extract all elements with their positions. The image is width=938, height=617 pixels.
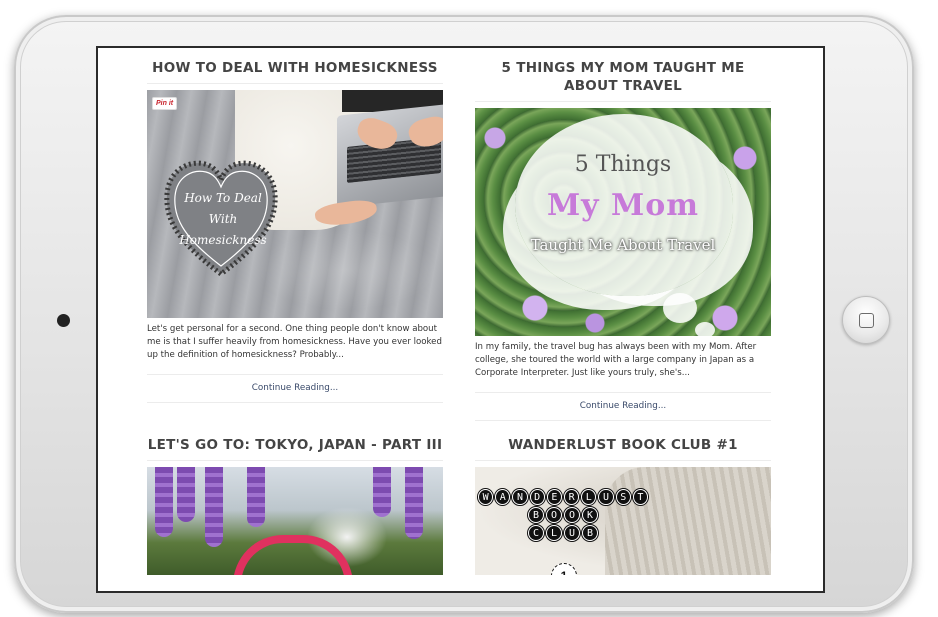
logo-letter: O bbox=[546, 507, 562, 523]
pinterest-pin-button[interactable]: Pin it bbox=[152, 97, 178, 110]
wanderlust-logo: WANDERLUST BOOK CLUB bbox=[477, 489, 649, 543]
logo-letter: R bbox=[564, 489, 580, 505]
logo-row: CLUB bbox=[478, 525, 648, 541]
logo-letter: B bbox=[582, 525, 598, 541]
wisteria-shape bbox=[247, 467, 265, 527]
logo-letter: U bbox=[564, 525, 580, 541]
blog-post-card: LET'S GO TO: TOKYO, JAPAN - PART III bbox=[147, 436, 443, 575]
logo-letter: L bbox=[546, 525, 562, 541]
continue-reading-link[interactable]: Continue Reading... bbox=[147, 375, 443, 403]
bubble-shape bbox=[695, 322, 715, 336]
logo-letter: W bbox=[477, 489, 494, 505]
wisteria-shape bbox=[205, 467, 223, 547]
post-thumbnail[interactable]: 5 Things My Mom Taught Me About Travel bbox=[475, 108, 771, 336]
thumbnail-caption-line: 5 Things bbox=[574, 152, 672, 177]
thumbnail-caption-line: My Mom bbox=[546, 188, 700, 223]
front-camera-icon bbox=[57, 314, 70, 327]
logo-letter: L bbox=[581, 489, 597, 505]
post-title[interactable]: LET'S GO TO: TOKYO, JAPAN - PART III bbox=[147, 436, 443, 461]
issue-number-badge: 1 bbox=[551, 563, 577, 575]
continue-reading-link[interactable]: Continue Reading... bbox=[475, 393, 771, 421]
wisteria-shape bbox=[177, 467, 195, 522]
post-thumbnail[interactable]: Pin it How To Deal With Homesickness bbox=[147, 90, 443, 318]
blog-post-card: 5 THINGS MY MOM TAUGHT ME ABOUT TRAVEL 5… bbox=[475, 59, 771, 421]
logo-letter: E bbox=[546, 489, 562, 505]
thumbnail-caption: How To Deal With Homesickness bbox=[179, 191, 267, 247]
logo-letter: C bbox=[528, 525, 544, 541]
wisteria-shape bbox=[155, 467, 173, 537]
logo-letter: N bbox=[512, 489, 528, 505]
home-button[interactable] bbox=[842, 296, 890, 344]
thumbnail-caption-line: Taught Me About Travel bbox=[530, 236, 716, 254]
post-title[interactable]: WANDERLUST BOOK CLUB #1 bbox=[475, 436, 771, 461]
logo-letter: B bbox=[528, 507, 544, 523]
logo-letter: U bbox=[598, 489, 614, 505]
logo-letter: D bbox=[529, 489, 545, 505]
post-title[interactable]: 5 THINGS MY MOM TAUGHT ME ABOUT TRAVEL bbox=[475, 59, 771, 102]
wisteria-shape bbox=[373, 467, 391, 517]
heart-frame-icon: How To Deal With Homesickness bbox=[161, 152, 281, 282]
home-square-icon bbox=[858, 312, 874, 328]
blog-post-card: WANDERLUST BOOK CLUB #1 WANDERLUST BOOK … bbox=[475, 436, 771, 575]
post-excerpt: In my family, the travel bug has always … bbox=[475, 341, 771, 393]
post-thumbnail[interactable]: WANDERLUST BOOK CLUB 1 bbox=[475, 467, 771, 575]
red-bridge-shape bbox=[233, 535, 353, 575]
logo-letter: K bbox=[582, 507, 598, 523]
post-title[interactable]: HOW TO DEAL WITH HOMESICKNESS bbox=[147, 59, 443, 84]
wisteria-shape bbox=[405, 467, 423, 539]
logo-row: WANDERLUST bbox=[477, 489, 649, 505]
post-excerpt: Let's get personal for a second. One thi… bbox=[147, 323, 443, 375]
post-thumbnail[interactable] bbox=[147, 467, 443, 575]
tablet-screen: HOW TO DEAL WITH HOMESICKNESS Pin it How… bbox=[96, 46, 825, 593]
blog-post-card: HOW TO DEAL WITH HOMESICKNESS Pin it How… bbox=[147, 59, 443, 403]
bubble-shape bbox=[663, 293, 697, 323]
logo-letter: S bbox=[615, 489, 631, 505]
logo-letter: T bbox=[632, 489, 649, 505]
logo-letter: A bbox=[495, 489, 511, 505]
logo-letter: O bbox=[564, 507, 580, 523]
logo-row: BOOK bbox=[478, 507, 648, 523]
